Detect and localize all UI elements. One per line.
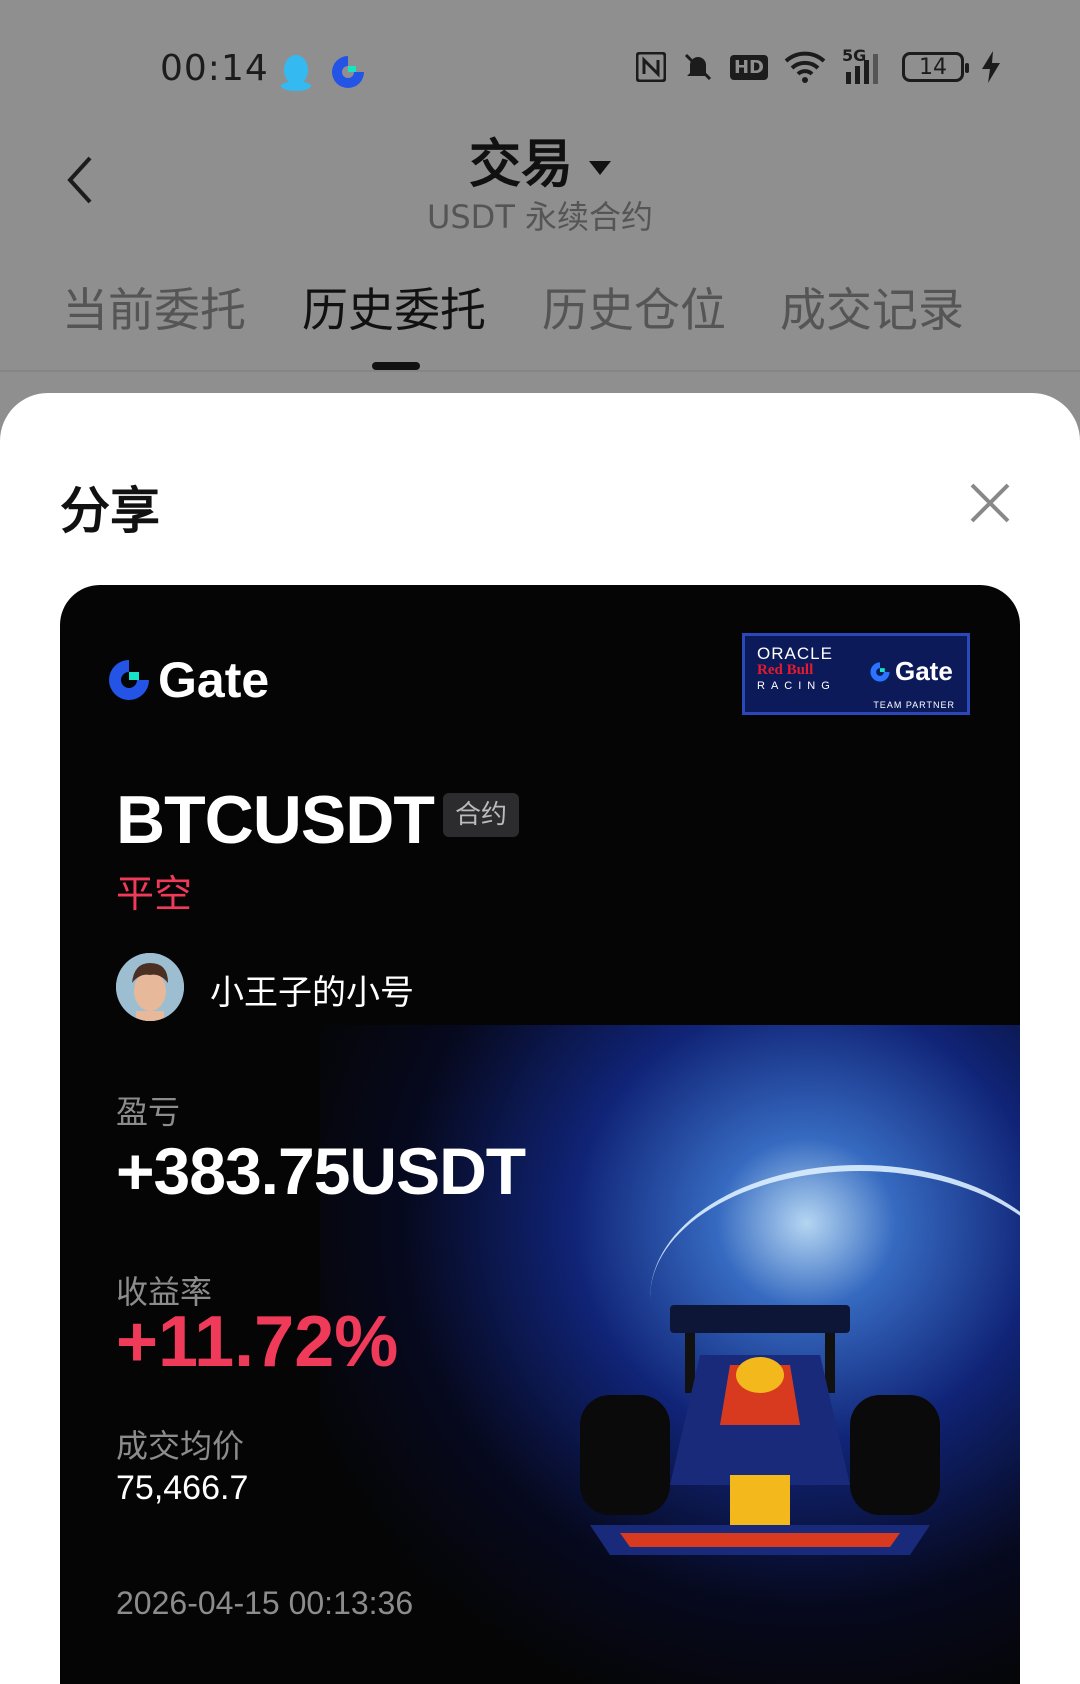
battery-icon: 14 xyxy=(902,52,969,82)
roi-value: +11.72% xyxy=(116,1302,399,1382)
trade-timestamp: 2026-04-15 00:13:36 xyxy=(116,1585,414,1621)
tab-trade-records[interactable]: 成交记录 xyxy=(780,274,964,340)
gate-logo-icon xyxy=(109,660,149,700)
share-sheet: 分享 Gate ORACLE Red Bull RACING Gate TEAM… xyxy=(0,393,1080,1684)
close-icon[interactable] xyxy=(966,479,1014,527)
title-dropdown[interactable]: 交易 xyxy=(0,122,1080,197)
redbull-partner-badge: ORACLE Red Bull RACING Gate TEAM PARTNER xyxy=(742,633,970,715)
partner-gate-icon xyxy=(870,661,890,682)
gate-logo: Gate xyxy=(106,651,269,709)
page-title: 交易 xyxy=(468,135,573,195)
partner-gate-logo: Gate xyxy=(869,656,953,687)
tab-bar: 当前委托 历史委托 历史仓位 成交记录 xyxy=(0,270,1080,370)
tab-active-indicator xyxy=(372,362,420,370)
tabs-divider xyxy=(0,370,1080,372)
avatar-face-icon xyxy=(116,953,184,1021)
tab-order-history[interactable]: 历史委托 xyxy=(302,274,486,340)
signal-5g-icon: 5G xyxy=(842,46,886,84)
partner-oracle-text: ORACLE xyxy=(757,644,833,663)
partner-gate-text: Gate xyxy=(895,656,953,686)
page-subtitle: USDT 永续合约 xyxy=(426,198,654,236)
charging-icon xyxy=(982,51,1000,83)
hd-icon: HD xyxy=(729,54,768,80)
qq-icon xyxy=(281,55,311,91)
status-icons: HD 5G 14 xyxy=(635,46,1002,84)
tab-current-orders[interactable]: 当前委托 xyxy=(62,274,246,340)
race-car-illustration xyxy=(580,1305,940,1555)
gate-app-icon xyxy=(332,56,364,88)
contract-symbol: BTCUSDT xyxy=(116,782,435,858)
position-side: 平空 xyxy=(116,872,193,916)
status-time: 00:14 xyxy=(160,48,269,89)
partner-racing-text: RACING xyxy=(757,680,836,692)
username: 小王子的小号 xyxy=(210,973,414,1013)
wifi-icon xyxy=(784,51,826,83)
mute-icon xyxy=(684,53,712,81)
header: 交易 USDT 永续合约 xyxy=(0,110,1080,240)
avg-price-value: 75,466.7 xyxy=(116,1469,249,1507)
contract-type-badge: 合约 xyxy=(443,793,520,837)
gate-logo-text: Gate xyxy=(158,652,270,708)
pnl-share-card: Gate ORACLE Red Bull RACING Gate TEAM PA… xyxy=(60,585,1020,1684)
avatar xyxy=(116,953,184,1021)
share-sheet-title: 分享 xyxy=(60,482,160,540)
pnl-label: 盈亏 xyxy=(116,1093,181,1131)
nfc-icon xyxy=(635,52,666,82)
avg-price-label: 成交均价 xyxy=(116,1427,245,1465)
caret-down-icon xyxy=(589,160,611,175)
partner-redbull-text: Red Bull xyxy=(757,662,814,678)
partner-team-text: TEAM PARTNER xyxy=(873,700,955,710)
pnl-value: +383.75USDT xyxy=(116,1134,526,1208)
tab-position-history[interactable]: 历史仓位 xyxy=(542,274,726,340)
